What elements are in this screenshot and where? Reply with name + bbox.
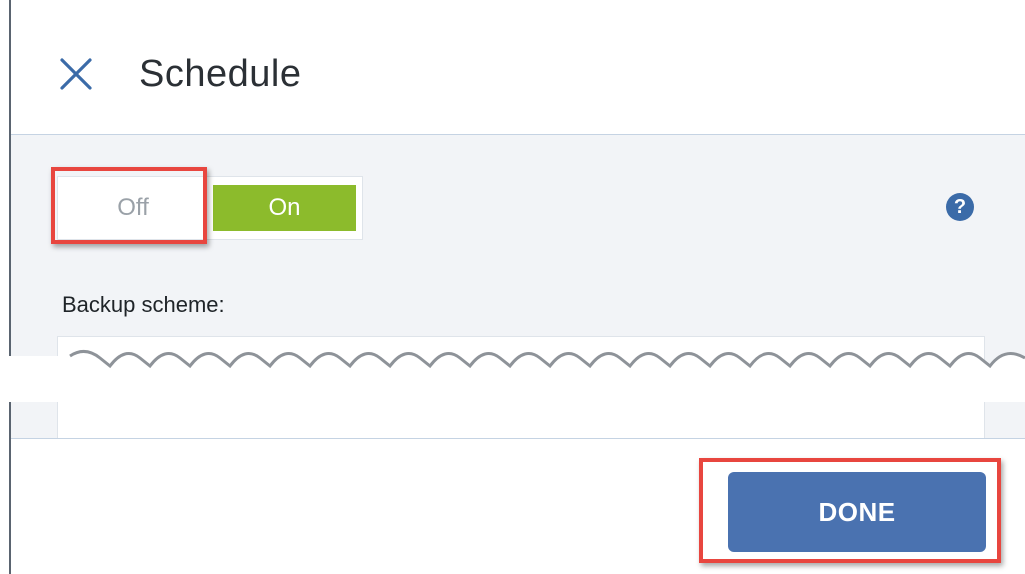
help-icon[interactable]: ?: [946, 193, 974, 221]
body-divider: [11, 438, 1025, 439]
schedule-panel: Schedule Off On ? Backup scheme: DONE: [0, 0, 1025, 574]
schedule-toggle[interactable]: Off On: [57, 176, 363, 240]
toggle-off-option[interactable]: Off: [58, 177, 208, 239]
backup-scheme-field[interactable]: [57, 336, 985, 438]
backup-scheme-label: Backup scheme:: [62, 292, 225, 317]
close-icon[interactable]: [58, 56, 94, 92]
page-title: Schedule: [139, 53, 302, 95]
toggle-on-option[interactable]: On: [213, 185, 356, 231]
done-button[interactable]: DONE: [728, 472, 986, 552]
